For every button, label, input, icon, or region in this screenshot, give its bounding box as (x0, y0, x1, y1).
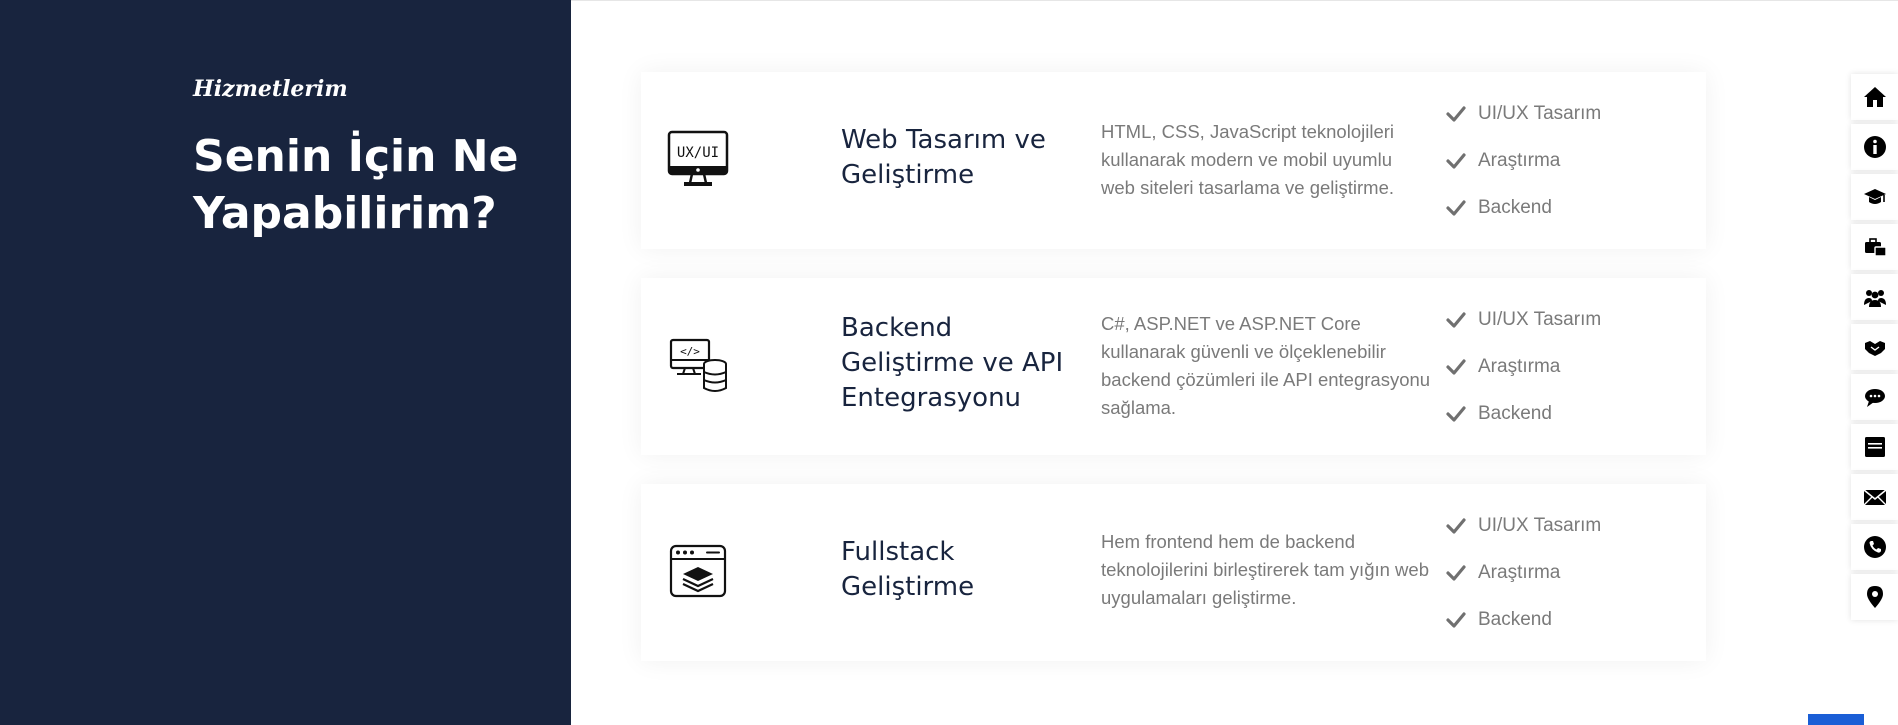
nav-phone[interactable] (1851, 524, 1898, 570)
feature-label: Araştırma (1478, 562, 1561, 583)
handshake-icon (1864, 341, 1885, 356)
feature-item: UI/UX Tasarım (1446, 100, 1601, 128)
side-navigation (1851, 74, 1898, 624)
section-title: Senin İçin Ne Yapabilirim? (193, 131, 519, 239)
check-icon (1446, 359, 1466, 375)
feature-label: Araştırma (1478, 356, 1561, 377)
nav-education[interactable] (1851, 174, 1898, 220)
graduation-cap-icon (1863, 189, 1886, 204)
home-icon (1863, 87, 1886, 107)
nav-testimonials[interactable] (1851, 374, 1898, 420)
feature-label: Backend (1478, 197, 1552, 218)
feature-label: UI/UX Tasarım (1478, 103, 1602, 124)
feature-item: Backend (1446, 194, 1601, 222)
check-icon (1446, 612, 1466, 628)
service-description: HTML, CSS, JavaScript teknolojileri kull… (1101, 121, 1395, 198)
scroll-to-top-button[interactable] (1808, 714, 1864, 725)
service-card-web-design: UX/UI Web Tasarım ve Geliştirme HTML, CS… (641, 72, 1706, 249)
briefcase-icon (1864, 238, 1887, 257)
svg-text:</>: </> (680, 345, 700, 358)
feature-item: UI/UX Tasarım (1446, 306, 1601, 334)
service-title: Web Tasarım ve Geliştirme (841, 125, 1046, 190)
section-intro-panel: Hizmetlerim Senin İçin Ne Yapabilirim? (0, 0, 571, 725)
feature-label: Araştırma (1478, 150, 1561, 171)
feature-label: Backend (1478, 609, 1552, 630)
service-features: UI/UX Tasarım Araştırma Backend (1446, 306, 1601, 447)
nav-contact-email[interactable] (1851, 474, 1898, 520)
nav-blog[interactable] (1851, 424, 1898, 470)
service-features: UI/UX Tasarım Araştırma Backend (1446, 100, 1601, 241)
chat-icon (1864, 389, 1885, 407)
feature-item: Araştırma (1446, 353, 1601, 381)
feature-label: UI/UX Tasarım (1478, 515, 1602, 536)
feature-item: UI/UX Tasarım (1446, 512, 1601, 540)
blog-icon (1864, 437, 1885, 457)
check-icon (1446, 565, 1466, 581)
nav-references[interactable] (1851, 324, 1898, 370)
service-title: Fullstack Geliştirme (841, 537, 975, 602)
svg-text:UX/UI: UX/UI (677, 145, 719, 161)
feature-item: Araştırma (1446, 147, 1601, 175)
ux-ui-monitor-icon: UX/UI (667, 130, 729, 186)
phone-icon (1863, 536, 1886, 558)
service-title: Backend Geliştirme ve API Entegrasyonu (841, 313, 1064, 413)
check-icon (1446, 153, 1466, 169)
check-icon (1446, 312, 1466, 328)
feature-label: UI/UX Tasarım (1478, 309, 1602, 330)
check-icon (1446, 200, 1466, 216)
nav-home[interactable] (1851, 74, 1898, 120)
section-subtitle: Hizmetlerim (193, 76, 348, 102)
check-icon (1446, 406, 1466, 422)
service-card-fullstack: Fullstack Geliştirme Hem frontend hem de… (641, 484, 1706, 661)
service-features: UI/UX Tasarım Araştırma Backend (1446, 512, 1601, 653)
feature-item: Araştırma (1446, 559, 1601, 587)
feature-label: Backend (1478, 403, 1552, 424)
nav-about[interactable] (1851, 124, 1898, 170)
code-database-icon: </> (669, 338, 727, 392)
envelope-icon (1862, 489, 1887, 506)
nav-experience[interactable] (1851, 224, 1898, 270)
nav-team[interactable] (1851, 274, 1898, 320)
service-description: Hem frontend hem de backend teknolojiler… (1101, 531, 1429, 608)
info-icon (1863, 136, 1886, 158)
feature-item: Backend (1446, 400, 1601, 428)
check-icon (1446, 518, 1466, 534)
feature-item: Backend (1446, 606, 1601, 634)
map-pin-icon (1866, 586, 1883, 608)
browser-stack-icon (669, 544, 727, 598)
service-card-backend: </> Backend Geliştirme ve API Entegrasyo… (641, 278, 1706, 455)
service-description: C#, ASP.NET ve ASP.NET Core kullanarak g… (1101, 313, 1431, 418)
nav-location[interactable] (1851, 574, 1898, 620)
check-icon (1446, 106, 1466, 122)
team-icon (1863, 290, 1886, 307)
